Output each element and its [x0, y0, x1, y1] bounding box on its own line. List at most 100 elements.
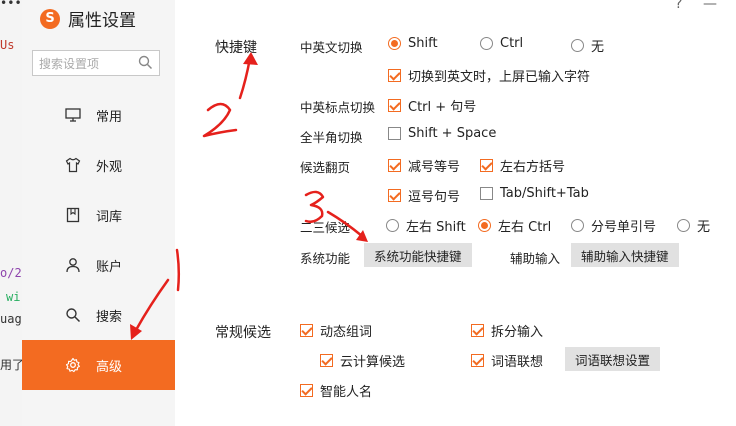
bg-text: o/2 — [0, 266, 22, 280]
section-label-shortcuts: 快捷键 — [215, 40, 257, 56]
checkbox-minus-equal[interactable]: 减号等号 — [388, 156, 460, 175]
association-settings-button[interactable]: 词语联想设置 — [565, 347, 661, 371]
row-label-width-switch: 全半角切换 — [300, 130, 363, 145]
sidebar-item-common[interactable]: 常用 — [22, 90, 175, 140]
checkbox-cloud-candidate[interactable]: 云计算候选 — [320, 351, 405, 370]
radio-indicator[interactable] — [571, 39, 584, 52]
radio-indicator[interactable] — [478, 219, 491, 232]
sidebar: S 属性设置 常用 外观 词库 账户 搜索 — [22, 0, 175, 426]
sidebar-item-search[interactable]: 搜索 — [22, 290, 175, 340]
checkbox-label: 减号等号 — [408, 160, 461, 175]
sidebar-item-label: 词库 — [96, 209, 123, 225]
checkbox-label: 动态组词 — [320, 325, 373, 340]
app-title: S 属性设置 — [40, 6, 136, 31]
checkbox-word-association[interactable]: 词语联想 — [471, 351, 543, 370]
radio-label: 左右 Shift — [406, 220, 466, 235]
settings-panel: ? — 快捷键 中英文切换 Shift Ctrl 无 切换到英文时，上屏已输入字… — [175, 0, 736, 426]
gear-icon — [64, 356, 82, 374]
book-icon — [64, 206, 82, 224]
sidebar-item-account[interactable]: 账户 — [22, 240, 175, 290]
radio-label: 分号单引号 — [591, 220, 657, 235]
checkbox-label: 逗号句号 — [408, 190, 461, 205]
checkbox-label: 左右方括号 — [500, 160, 566, 175]
sidebar-item-label: 账户 — [96, 259, 123, 275]
sidebar-item-appearance[interactable]: 外观 — [22, 140, 175, 190]
checkbox-indicator[interactable] — [480, 159, 493, 172]
background-window-strip: ••• Us o/2 wi uag 用了 — [0, 0, 22, 426]
checkbox-indicator[interactable] — [300, 324, 313, 337]
checkbox-tab[interactable]: Tab/Shift+Tab — [480, 186, 589, 201]
checkbox-indicator[interactable] — [471, 354, 484, 367]
checkbox-label: 云计算候选 — [340, 355, 406, 370]
radio-lang-none[interactable]: 无 — [571, 36, 604, 55]
checkbox-indicator[interactable] — [388, 69, 401, 82]
checkbox-smart-name[interactable]: 智能人名 — [300, 381, 372, 400]
checkbox-label: 词语联想 — [491, 355, 544, 370]
radio-indicator[interactable] — [388, 37, 401, 50]
radio-indicator[interactable] — [677, 219, 690, 232]
checkbox-width-shift-space[interactable]: Shift + Space — [388, 126, 496, 141]
system-shortcut-button[interactable]: 系统功能快捷键 — [364, 243, 472, 267]
checkbox-commit-on-switch[interactable]: 切换到英文时，上屏已输入字符 — [388, 66, 590, 85]
checkbox-dynamic-phrase[interactable]: 动态组词 — [300, 321, 372, 340]
checkbox-indicator[interactable] — [388, 159, 401, 172]
assist-shortcut-button[interactable]: 辅助输入快捷键 — [571, 243, 679, 267]
checkbox-indicator[interactable] — [320, 354, 333, 367]
radio-lang-shift[interactable]: Shift — [388, 36, 438, 51]
sidebar-item-label: 常用 — [96, 109, 123, 125]
tshirt-icon — [64, 156, 82, 174]
sidebar-item-dictionary[interactable]: 词库 — [22, 190, 175, 240]
checkbox-indicator[interactable] — [388, 99, 401, 112]
radio-indicator[interactable] — [480, 37, 493, 50]
checkbox-comma-period[interactable]: 逗号句号 — [388, 186, 460, 205]
search-icon — [64, 306, 82, 324]
bg-text: 用了 — [0, 358, 22, 372]
row-label-second-candidate: 二三候选 — [300, 220, 351, 235]
row-label-punct-switch: 中英标点切换 — [300, 100, 376, 115]
sidebar-item-label: 外观 — [96, 159, 123, 175]
sidebar-item-label: 搜索 — [96, 309, 123, 325]
section-label-candidates: 常规候选 — [215, 325, 271, 341]
radio-second-shift[interactable]: 左右 Shift — [386, 216, 466, 235]
row-label-page-turn: 候选翻页 — [300, 160, 351, 175]
radio-lang-ctrl[interactable]: Ctrl — [480, 36, 523, 51]
radio-second-semicolon[interactable]: 分号单引号 — [571, 216, 656, 235]
row-label-assist: 辅助输入 — [510, 251, 561, 266]
checkbox-label: Tab/Shift+Tab — [500, 186, 589, 201]
checkbox-label: 拆分输入 — [491, 325, 544, 340]
checkbox-brackets[interactable]: 左右方括号 — [480, 156, 565, 175]
bg-text: ••• — [0, 0, 22, 10]
bg-text: Us — [0, 38, 15, 52]
checkbox-indicator[interactable] — [388, 189, 401, 202]
checkbox-indicator[interactable] — [388, 127, 401, 140]
settings-search-box[interactable] — [32, 50, 160, 76]
checkbox-label: 切换到英文时，上屏已输入字符 — [408, 70, 591, 85]
radio-second-ctrl[interactable]: 左右 Ctrl — [478, 216, 551, 235]
row-label-lang-switch: 中英文切换 — [300, 40, 363, 55]
radio-label: 无 — [591, 40, 605, 55]
checkbox-indicator[interactable] — [300, 384, 313, 397]
minimize-button[interactable]: — — [703, 0, 717, 12]
checkbox-split-input[interactable]: 拆分输入 — [471, 321, 543, 340]
checkbox-indicator[interactable] — [480, 187, 493, 200]
checkbox-punct-ctrl-period[interactable]: Ctrl + 句号 — [388, 96, 476, 115]
sogou-logo-icon: S — [40, 8, 60, 29]
monitor-icon — [64, 106, 82, 124]
radio-label: Ctrl — [500, 36, 524, 51]
radio-second-none[interactable]: 无 — [677, 216, 710, 235]
checkbox-label: Shift + Space — [408, 126, 497, 141]
radio-label: 左右 Ctrl — [498, 220, 552, 235]
checkbox-label: 智能人名 — [320, 385, 373, 400]
radio-indicator[interactable] — [571, 219, 584, 232]
sidebar-item-advanced[interactable]: 高级 — [22, 340, 175, 390]
radio-label: 无 — [697, 220, 711, 235]
search-icon[interactable] — [138, 55, 153, 74]
sidebar-item-label: 高级 — [96, 359, 123, 375]
settings-search-input[interactable] — [37, 52, 141, 76]
radio-indicator[interactable] — [386, 219, 399, 232]
app-title-text: 属性设置 — [68, 11, 136, 31]
checkbox-indicator[interactable] — [471, 324, 484, 337]
row-label-system: 系统功能 — [300, 251, 351, 266]
help-button[interactable]: ? — [675, 0, 682, 12]
checkbox-label: Ctrl + 句号 — [408, 100, 477, 115]
